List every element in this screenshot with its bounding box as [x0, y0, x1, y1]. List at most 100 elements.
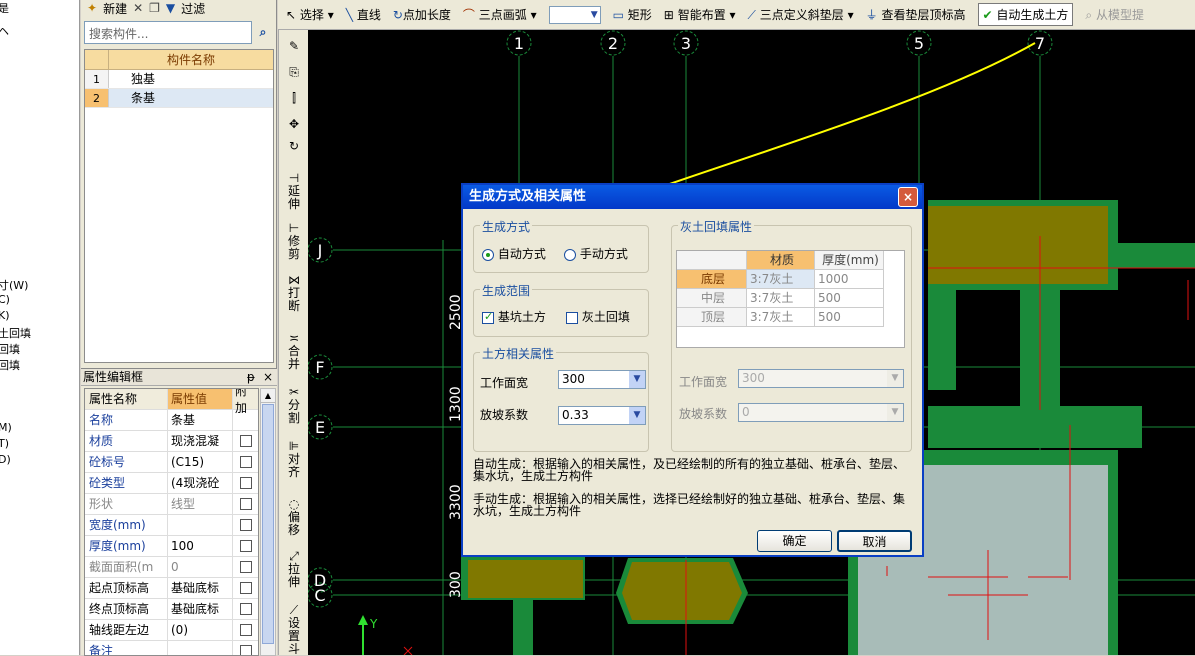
- merge-button[interactable]: ≍ 合并: [284, 332, 304, 378]
- backfill-checkbox[interactable]: 灰土回填: [566, 308, 630, 325]
- checkbox-icon[interactable]: [239, 561, 252, 573]
- tree-item[interactable]: C): [0, 293, 10, 306]
- copy-icon[interactable]: ⎘: [284, 66, 304, 79]
- pencil-icon[interactable]: ✎: [284, 40, 304, 53]
- copy-icon[interactable]: ❐: [149, 1, 160, 15]
- tree-item[interactable]: K): [0, 309, 10, 322]
- property-row[interactable]: 截面面积(m 0: [85, 557, 258, 578]
- delete-icon[interactable]: ✕: [133, 1, 143, 15]
- tree-item[interactable]: ヘ: [0, 23, 9, 39]
- property-row[interactable]: 轴线距左边 (0): [85, 620, 258, 641]
- auto-mode-radio[interactable]: 自动方式: [482, 245, 546, 262]
- checkbox-icon[interactable]: [239, 435, 252, 447]
- property-scrollbar[interactable]: ▲: [260, 388, 276, 656]
- point-length-tool[interactable]: ↻点加长度: [393, 6, 451, 23]
- line-tool[interactable]: ╲ 直线: [346, 6, 381, 23]
- property-value[interactable]: 基础底标: [168, 578, 233, 598]
- tree-item[interactable]: 寸(W): [0, 277, 28, 293]
- backfill-slope-select[interactable]: 0 ▼: [738, 403, 904, 422]
- tree-item[interactable]: 是: [0, 0, 9, 16]
- component-name[interactable]: 独基: [109, 70, 273, 88]
- property-row[interactable]: 厚度(mm) 100: [85, 536, 258, 557]
- rotate-icon[interactable]: ↻: [284, 140, 304, 153]
- arc-option-combo[interactable]: ▼: [548, 5, 601, 24]
- move-icon[interactable]: ✥: [284, 118, 304, 131]
- property-value[interactable]: 现浇混凝: [168, 431, 233, 451]
- checkbox-icon[interactable]: [239, 582, 252, 594]
- stretch-button[interactable]: ⤢ 拉伸: [284, 550, 304, 596]
- property-value[interactable]: 线型: [168, 494, 233, 514]
- column-header-name[interactable]: 构件名称: [109, 50, 273, 69]
- table-row[interactable]: 1 独基: [85, 70, 273, 89]
- offset-button[interactable]: ◌ 偏移: [284, 498, 304, 544]
- close-icon[interactable]: ×: [263, 370, 273, 384]
- three-point-arc-tool[interactable]: ⌒ 三点画弧 ▾: [463, 6, 537, 23]
- search-input[interactable]: 搜索构件...: [84, 21, 252, 44]
- select-tool[interactable]: ↖ 选择 ▾: [286, 6, 334, 23]
- component-name[interactable]: 条基: [109, 89, 273, 107]
- property-row[interactable]: 备注: [85, 641, 258, 655]
- checkbox-icon[interactable]: [239, 498, 252, 510]
- scroll-up-icon[interactable]: ▲: [261, 389, 275, 403]
- filter-button[interactable]: 过滤: [181, 0, 205, 17]
- backfill-width-select[interactable]: 300 ▼: [738, 369, 904, 388]
- property-value[interactable]: 100: [168, 536, 233, 556]
- break-button[interactable]: ⋈ 打断: [284, 274, 304, 324]
- smart-layout-tool[interactable]: ⊞ 智能布置 ▾: [664, 6, 736, 23]
- property-value[interactable]: (4现浇砼: [168, 473, 233, 493]
- set-slope-button[interactable]: ⟋ 设置斗: [284, 604, 304, 656]
- slope-select[interactable]: 0.33 ▼: [558, 406, 646, 425]
- property-value[interactable]: [168, 641, 233, 655]
- property-value[interactable]: (C15): [168, 452, 233, 472]
- checkbox-icon[interactable]: [239, 519, 252, 531]
- tree-item[interactable]: D): [0, 453, 11, 466]
- slope-cushion-tool[interactable]: ⟋ 三点定义斜垫层 ▾: [748, 6, 854, 23]
- ok-button[interactable]: 确定: [757, 530, 832, 552]
- extract-from-model-button[interactable]: ⌕ 从模型提: [1085, 6, 1144, 23]
- mirror-icon[interactable]: ⫿: [284, 92, 304, 105]
- new-button[interactable]: 新建: [103, 0, 127, 17]
- rectangle-tool[interactable]: ▭ 矩形: [613, 6, 652, 23]
- property-row[interactable]: 起点顶标高 基础底标: [85, 578, 258, 599]
- checkbox-icon[interactable]: [239, 456, 252, 468]
- property-value[interactable]: 基础底标: [168, 599, 233, 619]
- search-icon[interactable]: ⌕: [254, 23, 272, 41]
- property-row[interactable]: 砼类型 (4现浇砼: [85, 473, 258, 494]
- property-row[interactable]: 宽度(mm): [85, 515, 258, 536]
- checkbox-icon[interactable]: [239, 624, 252, 636]
- tree-item[interactable]: 土回填: [0, 325, 31, 341]
- extend-button[interactable]: ⊣ 延伸: [284, 172, 304, 214]
- auto-generate-earthwork-button[interactable]: ✔ 自动生成土方: [977, 3, 1074, 26]
- manual-mode-radio[interactable]: 手动方式: [564, 245, 628, 262]
- property-value[interactable]: 0: [168, 557, 233, 577]
- table-row-selected[interactable]: 2 条基: [85, 89, 273, 108]
- trim-button[interactable]: ⊢ 修剪: [284, 222, 304, 264]
- property-value[interactable]: (0): [168, 620, 233, 640]
- filter-icon[interactable]: ▼: [166, 1, 175, 15]
- property-row[interactable]: 形状 线型: [85, 494, 258, 515]
- property-value[interactable]: [168, 515, 233, 535]
- checkbox-icon[interactable]: [239, 603, 252, 615]
- property-row[interactable]: 材质 现浇混凝: [85, 431, 258, 452]
- property-row[interactable]: 名称 条基: [85, 410, 258, 431]
- tree-item[interactable]: M): [0, 421, 12, 434]
- cancel-button[interactable]: 取消: [837, 530, 912, 552]
- tree-item[interactable]: 回填: [0, 341, 20, 357]
- checkbox-icon[interactable]: [239, 540, 252, 552]
- tree-item[interactable]: T): [0, 437, 9, 450]
- property-value[interactable]: 条基: [168, 410, 233, 430]
- cushion-elevation-tool[interactable]: ⏚ 查看垫层顶标高: [866, 6, 966, 23]
- align-button[interactable]: ⊫ 对齐: [284, 440, 304, 490]
- checkbox-icon[interactable]: [239, 645, 252, 655]
- split-button[interactable]: ✂ 分割: [284, 386, 304, 432]
- close-icon[interactable]: ×: [898, 187, 918, 207]
- scroll-thumb[interactable]: [262, 404, 274, 644]
- new-icon[interactable]: ✦: [87, 1, 97, 15]
- pit-checkbox[interactable]: 基坑土方: [482, 308, 546, 325]
- property-row[interactable]: 砼标号 (C15): [85, 452, 258, 473]
- work-width-select[interactable]: 300 ▼: [558, 370, 646, 389]
- property-row[interactable]: 终点顶标高 基础底标: [85, 599, 258, 620]
- tree-item[interactable]: 回填: [0, 357, 20, 373]
- pin-icon[interactable]: ᵽ: [247, 370, 255, 384]
- checkbox-icon[interactable]: [239, 477, 252, 489]
